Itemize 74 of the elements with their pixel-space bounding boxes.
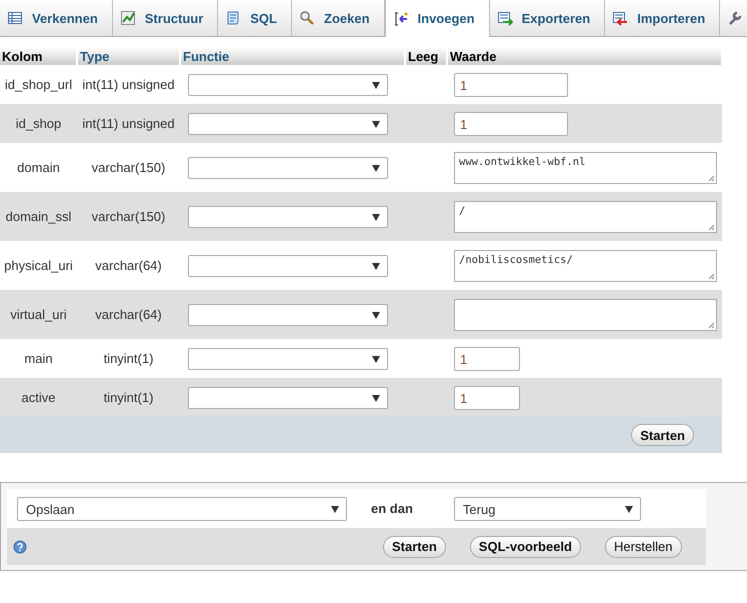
action-button[interactable]: Starten [383,536,446,558]
resize-grip-icon [707,222,715,230]
value-textarea[interactable]: / [454,200,717,232]
table-cell: tinyint(1) [77,378,180,417]
help-icon[interactable] [13,540,27,554]
table-cell: domain [0,143,77,192]
table-cell: id_shop_url [0,65,77,104]
table-cell: varchar(150) [77,143,180,192]
column-header[interactable]: Type [77,47,180,65]
function-dropdown[interactable] [188,254,388,276]
table-cell: tinyint(1) [77,339,180,378]
caret-icon [372,82,380,88]
caret-icon [331,506,339,512]
function-dropdown[interactable] [188,74,388,96]
value-field[interactable]: 1 [454,72,568,96]
value-field[interactable]: 1 [454,112,568,136]
export-icon [496,10,513,26]
tab[interactable]: Exporteren [490,0,606,36]
resize-grip-icon [707,174,715,182]
tab[interactable]: Structuur [112,0,218,36]
caret-icon [372,262,380,270]
resize-grip-icon [707,320,715,328]
import-icon [612,10,628,26]
chart-icon [120,10,136,26]
caret-icon [372,394,380,402]
wrench-icon [727,10,744,26]
table-cell: varchar(64) [77,290,180,339]
column-header: Waarde [447,47,722,65]
value-textarea[interactable]: /nobiliscosmetics/ [454,250,717,282]
scroll-icon [225,10,242,26]
function-dropdown[interactable] [188,304,388,326]
table-cell: virtual_uri [0,290,77,339]
table-cell: varchar(150) [77,192,180,241]
function-dropdown[interactable] [188,156,388,178]
then-label: en dan [371,501,413,516]
column-header: Kolom [0,47,77,65]
table-cell: id_shop [0,104,77,143]
tab[interactable]: Zoeken [292,0,385,36]
action-button[interactable]: Herstellen [604,536,682,558]
value-textarea[interactable]: www.ontwikkel-wbf.nl [454,152,717,184]
caret-icon [372,164,380,172]
column-header[interactable]: Functie [180,47,405,65]
insert-icon [392,10,409,26]
function-dropdown[interactable] [188,206,388,228]
caret-icon [372,312,380,318]
table-cell: int(11) unsigned [77,104,180,143]
tab[interactable]: Invoegen [384,0,490,37]
table-cell: main [0,339,77,378]
search-icon [299,10,315,26]
action-dropdown[interactable]: Opslaan [17,496,347,520]
column-header: Leeg [405,47,447,65]
table-cell: active [0,378,77,417]
table-cell: domain_ssl [0,192,77,241]
table-cell: physical_uri [0,241,77,290]
function-dropdown[interactable] [188,348,388,370]
tab[interactable]: Verkennen [0,0,113,36]
value-field[interactable]: 1 [454,386,520,410]
table-cell: int(11) unsigned [77,65,180,104]
caret-icon [624,506,633,512]
table-cell: varchar(64) [77,241,180,290]
function-dropdown[interactable] [188,386,388,408]
caret-icon [372,356,380,362]
after-dropdown[interactable]: Terug [454,496,641,520]
tab[interactable]: SQL [218,0,292,36]
value-textarea[interactable] [454,298,717,330]
caret-icon [372,214,380,220]
resize-grip-icon [707,272,715,280]
tab[interactable]: Importeren [605,0,720,36]
function-dropdown[interactable] [188,112,388,134]
value-field[interactable]: 1 [454,346,520,370]
caret-icon [372,120,380,128]
table-icon [7,10,23,26]
submit-button[interactable]: Starten [631,424,694,446]
action-button[interactable]: SQL-voorbeeld [470,536,581,558]
